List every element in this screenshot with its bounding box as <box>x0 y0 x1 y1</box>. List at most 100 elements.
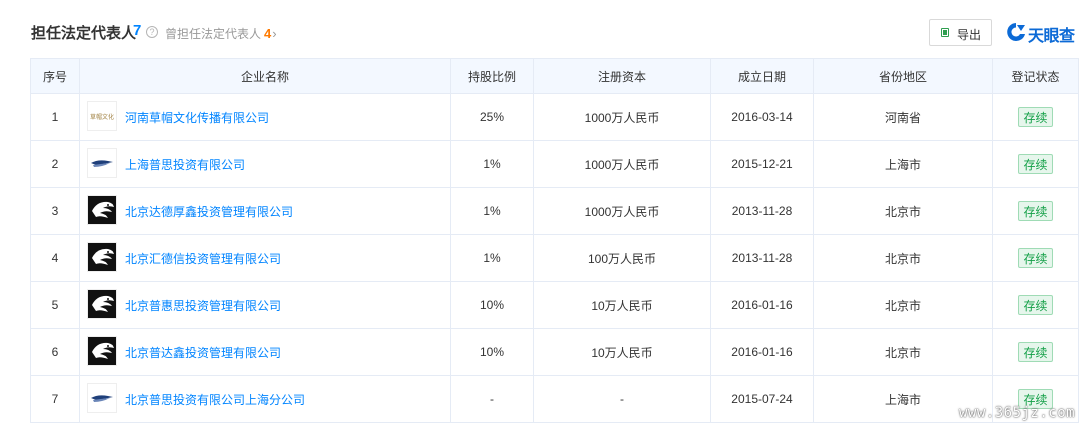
registered-capital: 100万人民币 <box>533 234 711 282</box>
registered-capital: 10万人民币 <box>533 281 711 329</box>
site-watermark: www.365jz.com <box>959 405 1076 421</box>
company-name-link[interactable]: 北京达德厚鑫投资管理有限公司 <box>125 203 293 220</box>
status-cell: 存续 <box>992 140 1079 188</box>
company-wrap: 上海普思投资有限公司 <box>81 142 450 187</box>
company-logo[interactable]: 草帽文化 <box>87 101 117 131</box>
column-header-company: 企业名称 <box>79 58 451 94</box>
established-date: 2016-03-14 <box>710 93 814 141</box>
company-name-link[interactable]: 河南草帽文化传播有限公司 <box>125 109 269 126</box>
established-date: 2015-07-24 <box>710 375 814 423</box>
former-legal-rep-count: 4 <box>264 26 272 41</box>
company-logo[interactable] <box>87 289 117 319</box>
table-row: 6 北京普达鑫投资管理有限公司 10% 10万人民币 2016-01-16 北京市 存续 <box>30 328 1079 376</box>
column-header-index: 序号 <box>30 58 80 94</box>
company-text-logo-icon: 草帽文化 <box>88 102 116 130</box>
company-cell: 北京汇德信投资管理有限公司 <box>79 234 451 282</box>
status-badge: 存续 <box>1018 154 1053 174</box>
established-date: 2016-01-16 <box>710 328 814 376</box>
table-row: 3 北京达德厚鑫投资管理有限公司 1% 1000万人民币 2013-11-28 北京市 存续 <box>30 187 1079 235</box>
table-header-row: 序号 企业名称 持股比例 注册资本 成立日期 省份地区 登记状态 <box>30 58 1079 94</box>
table-row: 1 草帽文化 河南草帽文化传播有限公司 25% 1000万人民币 2016-03-14 河南… <box>30 93 1079 141</box>
company-logo[interactable] <box>87 336 117 366</box>
company-logo[interactable] <box>87 195 117 225</box>
status-badge: 存续 <box>1018 248 1053 268</box>
status-badge: 存续 <box>1018 107 1053 127</box>
status-cell: 存续 <box>992 234 1079 282</box>
wing-logo-icon <box>88 384 116 412</box>
help-icon[interactable]: ? <box>146 26 158 38</box>
registered-capital: - <box>533 375 711 423</box>
row-index: 7 <box>30 375 80 423</box>
company-name-link[interactable]: 北京普达鑫投资管理有限公司 <box>125 344 281 361</box>
company-cell: 草帽文化 河南草帽文化传播有限公司 <box>79 93 451 141</box>
company-name-link[interactable]: 北京汇德信投资管理有限公司 <box>125 250 281 267</box>
export-button[interactable]: 导出 <box>929 19 992 46</box>
tianyancha-logo-icon <box>1007 23 1025 41</box>
status-badge: 存续 <box>1018 201 1053 221</box>
eagle-logo-icon <box>88 290 116 318</box>
region: 北京市 <box>813 328 993 376</box>
registered-capital: 1000万人民币 <box>533 187 711 235</box>
row-index: 6 <box>30 328 80 376</box>
established-date: 2015-12-21 <box>710 140 814 188</box>
company-wrap: 北京普达鑫投资管理有限公司 <box>81 330 450 375</box>
table-row: 2 上海普思投资有限公司 1% 1000万人民币 2015-12-21 上海市 存续 <box>30 140 1079 188</box>
share-ratio: 1% <box>450 187 534 235</box>
status-badge: 存续 <box>1018 295 1053 315</box>
table-row: 7 北京普思投资有限公司上海分公司 - -2015-07-24 上海市 存续 <box>30 375 1079 423</box>
company-logo[interactable] <box>87 148 117 178</box>
registered-capital: 1000万人民币 <box>533 93 711 141</box>
export-label: 导出 <box>957 28 982 42</box>
former-legal-rep-label: 曾担任法定代表人 <box>165 27 262 41</box>
established-date: 2016-01-16 <box>710 281 814 329</box>
region: 北京市 <box>813 187 993 235</box>
share-ratio: 1% <box>450 234 534 282</box>
eagle-logo-icon <box>88 337 116 365</box>
share-ratio: - <box>450 375 534 423</box>
column-header-region: 省份地区 <box>813 58 993 94</box>
table-row: 4 北京汇德信投资管理有限公司 1% 100万人民币 2013-11-28 北京市 存续 <box>30 234 1079 282</box>
company-cell: 北京普思投资有限公司上海分公司 <box>79 375 451 423</box>
company-cell: 北京普惠思投资管理有限公司 <box>79 281 451 329</box>
logo-text: 草帽文化 <box>90 113 114 121</box>
column-header-capital: 注册资本 <box>533 58 711 94</box>
excel-icon <box>941 28 949 37</box>
company-name-link[interactable]: 北京普思投资有限公司上海分公司 <box>125 391 305 408</box>
company-cell: 上海普思投资有限公司 <box>79 140 451 188</box>
established-date: 2013-11-28 <box>710 234 814 282</box>
company-wrap: 北京汇德信投资管理有限公司 <box>81 236 450 281</box>
row-index: 4 <box>30 234 80 282</box>
eagle-logo-icon <box>88 243 116 271</box>
status-cell: 存续 <box>992 187 1079 235</box>
region: 河南省 <box>813 93 993 141</box>
brand-logo[interactable]: 天眼查 <box>1005 19 1080 45</box>
wing-logo-icon <box>88 149 116 177</box>
table-row: 5 北京普惠思投资管理有限公司 10% 10万人民币 2016-01-16 北京市 存续 <box>30 281 1079 329</box>
share-ratio: 10% <box>450 328 534 376</box>
share-ratio: 1% <box>450 140 534 188</box>
section-count: 7 <box>133 22 142 39</box>
row-index: 1 <box>30 93 80 141</box>
column-header-share: 持股比例 <box>450 58 534 94</box>
chevron-right-icon: › <box>272 26 277 41</box>
legal-rep-table: 序号 企业名称 持股比例 注册资本 成立日期 省份地区 登记状态 1 草帽文化 河南… <box>30 58 1079 423</box>
status-cell: 存续 <box>992 93 1079 141</box>
region: 北京市 <box>813 234 993 282</box>
row-index: 5 <box>30 281 80 329</box>
brand-name: 天眼查 <box>1028 28 1075 45</box>
section-title: 担任法定代表人 <box>31 25 137 42</box>
company-name-link[interactable]: 北京普惠思投资管理有限公司 <box>125 297 281 314</box>
share-ratio: 25% <box>450 93 534 141</box>
former-legal-rep-link[interactable]: 曾担任法定代表人 4› <box>165 25 277 42</box>
company-name-link[interactable]: 上海普思投资有限公司 <box>125 156 245 173</box>
company-logo[interactable] <box>87 242 117 272</box>
company-cell: 北京达德厚鑫投资管理有限公司 <box>79 187 451 235</box>
company-logo[interactable] <box>87 383 117 413</box>
status-cell: 存续 <box>992 328 1079 376</box>
company-wrap: 北京达德厚鑫投资管理有限公司 <box>81 189 450 234</box>
established-date: 2013-11-28 <box>710 187 814 235</box>
row-index: 3 <box>30 187 80 235</box>
eagle-logo-icon <box>88 196 116 224</box>
company-wrap: 北京普惠思投资管理有限公司 <box>81 283 450 328</box>
column-header-date: 成立日期 <box>710 58 814 94</box>
